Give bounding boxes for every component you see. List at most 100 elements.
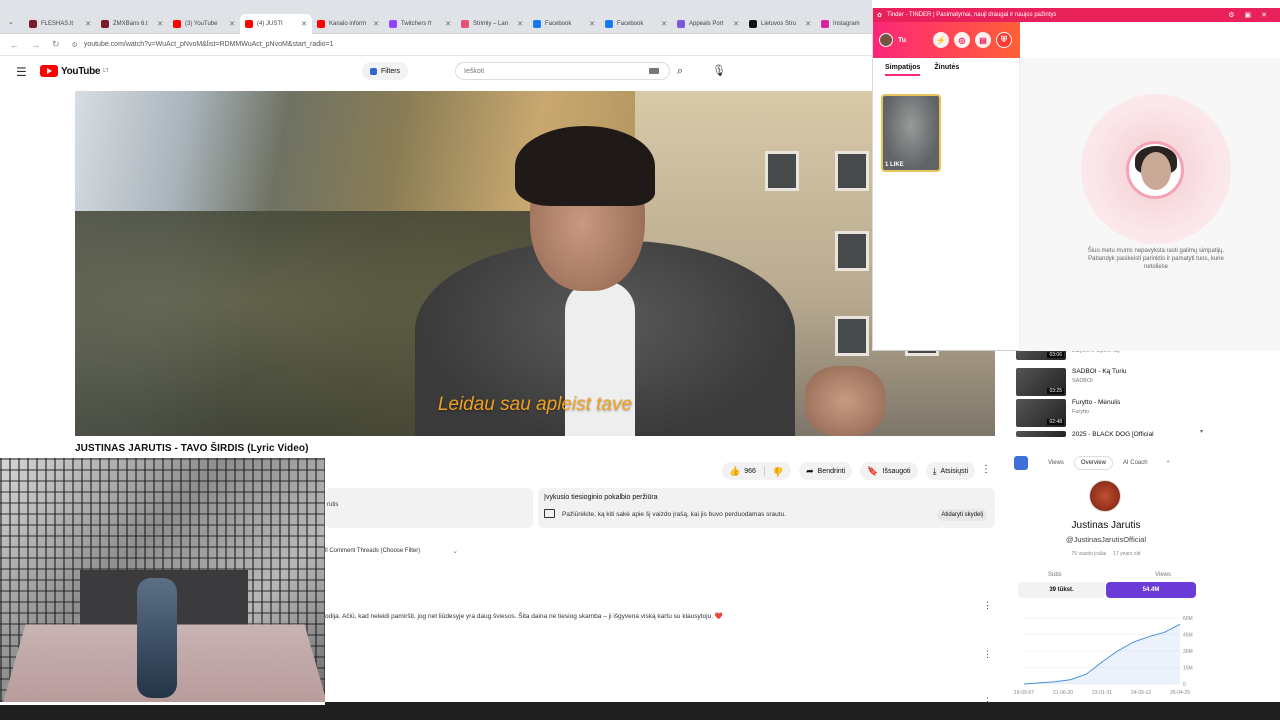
tab-matches[interactable]: Simpatijos [885, 64, 921, 76]
likes-card[interactable]: 1 LIKE [881, 94, 941, 172]
forward-icon[interactable]: → [31, 40, 40, 50]
share-label: Bendrinti [817, 467, 846, 475]
youtube-play-icon [40, 65, 58, 77]
open-panel-button[interactable]: Atidaryti skydelį [937, 509, 987, 521]
browser-tab[interactable]: Appeals Port ✕ [672, 15, 744, 33]
related-video[interactable]: 2025 - BLACK DOG [Official [1016, 431, 1154, 441]
comment-menu-icon[interactable]: ⋮ [983, 600, 992, 611]
shield-icon[interactable]: ⛨ [996, 32, 1012, 48]
tab-label: FLESHAS.lt [41, 21, 74, 27]
radar-avatar [1126, 141, 1184, 199]
address-bar[interactable]: ← → ↻ ⚙ youtube.com/watch?v=WuAct_pNvoM&… [0, 34, 872, 56]
description-fragment: rutis [327, 502, 339, 508]
tab-label: Lietuvos Stru [761, 21, 797, 27]
tab-label: ZMXBans 6.t [113, 21, 148, 27]
keyboard-icon[interactable] [649, 68, 659, 74]
browser-tab[interactable]: Kanalo inform ✕ [312, 15, 384, 33]
like-count[interactable]: 966 [744, 468, 756, 475]
comment-menu-icon[interactable]: ⋮ [983, 649, 992, 660]
related-title[interactable]: Furytto - Mėnulis [1072, 399, 1120, 406]
browser-tab[interactable]: (4) JUSTI ✕ [240, 14, 312, 34]
back-icon[interactable]: ← [10, 40, 19, 50]
share-button[interactable]: ➦ Bendrinti [799, 462, 853, 480]
profile-label[interactable]: Tu [898, 37, 906, 44]
video-player[interactable]: Leidau sau apleist tave [75, 91, 995, 436]
filters-label: Filters [381, 67, 401, 75]
settings-icon[interactable]: ⚙ [1228, 11, 1234, 19]
menu-icon[interactable]: ☰ [16, 65, 27, 79]
filters-button[interactable]: Filters [362, 62, 409, 80]
youtube-logo[interactable]: YouTube LT [40, 65, 109, 77]
tab-close-icon[interactable]: ✕ [805, 20, 811, 28]
more-actions-icon[interactable]: ⋮ [981, 464, 991, 475]
related-title[interactable]: SADBOI - Ką Turiu [1072, 368, 1127, 375]
views-value-button[interactable]: 54.4M [1106, 582, 1196, 598]
browser-tab[interactable]: FLESHAS.lt ✕ [24, 15, 96, 33]
search-icon[interactable]: ⌕ [677, 65, 683, 78]
tab-close-icon[interactable]: ✕ [301, 20, 307, 28]
tab-label: Facebook [617, 21, 644, 27]
tab-close-icon[interactable]: ✕ [517, 20, 523, 28]
like-icon[interactable]: 👍 [729, 466, 740, 477]
live-chat-title: Įvykusio tiesioginio pokalbio peržiūra [544, 494, 658, 501]
profile-avatar[interactable] [879, 33, 893, 47]
related-video[interactable]: 03:25 SADBOI - Ką Turiu SADBOI [1016, 368, 1127, 396]
save-label: Išsaugoti [882, 467, 911, 475]
scroll-down-icon[interactable]: ▾ [1200, 428, 1203, 435]
subs-value-button[interactable]: 39 tūkst. [1018, 582, 1105, 598]
browser-tab[interactable]: Facebook ✕ [600, 15, 672, 33]
related-video[interactable]: 02:48 Furytto - Mėnulis Furytto [1016, 399, 1120, 427]
collapse-icon[interactable]: ⌃ [1166, 460, 1171, 467]
related-thumbnail[interactable] [1016, 431, 1066, 437]
dislike-icon[interactable]: 👍 [773, 466, 784, 477]
description-box[interactable]: rutis [325, 488, 533, 528]
x-tick-label: 23-01-31 [1092, 690, 1112, 696]
y-tick-label: 15M [1183, 666, 1193, 672]
tab-label: Appeals Port [689, 21, 724, 27]
video-duration: 03:06 [1047, 352, 1064, 358]
comment-filter-dropdown[interactable]: ll Comment Threads (Choose Filter) ⌄ [325, 543, 458, 559]
tab-overview[interactable]: Overview [1073, 456, 1113, 470]
live-chat-replay-card: Įvykusio tiesioginio pokalbio peržiūra P… [538, 488, 995, 528]
tab-ai-coach[interactable]: AI Coach [1123, 460, 1148, 466]
video-actions: 👍 966 👍 ➦ Bendrinti 🔖 Išsaugoti ⤓ Atsisi… [722, 462, 976, 480]
url-text[interactable]: youtube.com/watch?v=WuAct_pNvoM&list=RDM… [84, 41, 334, 48]
save-button[interactable]: 🔖 Išsaugoti [860, 462, 918, 480]
empty-state-text: Šiuo metu mums nepavyksta rasti galimų s… [1087, 248, 1225, 270]
tab-messages[interactable]: Žinutės [934, 64, 959, 76]
tab-close-icon[interactable]: ✕ [589, 20, 595, 28]
tab-views[interactable]: Views [1048, 460, 1064, 466]
browser-tab[interactable]: Twitchers fr ✕ [384, 15, 456, 33]
browser-tab[interactable]: Strimly – Lan ✕ [456, 15, 528, 33]
explore-icon[interactable]: ◎ [954, 32, 970, 48]
extension-icon[interactable]: ▣ [1245, 11, 1252, 19]
video-count: 75 vaizdo įrašai [1071, 551, 1107, 557]
boost-icon[interactable]: ⚡ [933, 32, 949, 48]
close-icon[interactable]: ✕ [1261, 11, 1267, 19]
briefcase-icon[interactable]: ▤ [975, 32, 991, 48]
browser-tab[interactable]: ZMXBans 6.t ✕ [96, 15, 168, 33]
tab-close-icon[interactable]: ✕ [229, 20, 235, 28]
search-input[interactable]: Ieškoti [455, 62, 670, 80]
tab-label: Twitchers fr [401, 21, 432, 27]
related-channel: SADBOI [1072, 378, 1093, 384]
reload-icon[interactable]: ↻ [52, 39, 60, 50]
related-title[interactable]: 2025 - BLACK DOG [Official [1072, 431, 1154, 438]
tab-search-icon[interactable]: ⌄ [8, 18, 14, 26]
related-thumbnail[interactable]: 02:48 [1016, 399, 1066, 427]
site-info-icon[interactable]: ⚙ [72, 41, 78, 49]
tab-close-icon[interactable]: ✕ [85, 20, 91, 28]
tab-close-icon[interactable]: ✕ [445, 20, 451, 28]
microphone-icon[interactable]: 🎙 [712, 64, 726, 77]
browser-tab[interactable]: Facebook ✕ [528, 15, 600, 33]
tab-close-icon[interactable]: ✕ [157, 20, 163, 28]
related-thumbnail[interactable]: 03:25 [1016, 368, 1066, 396]
tab-close-icon[interactable]: ✕ [373, 20, 379, 28]
download-button[interactable]: ⤓ Atsisiųsti [925, 462, 976, 480]
tab-label: Instagram [833, 21, 860, 27]
tab-close-icon[interactable]: ✕ [661, 20, 667, 28]
tab-close-icon[interactable]: ✕ [733, 20, 739, 28]
browser-tab[interactable]: Lietuvos Stru ✕ [744, 15, 816, 33]
browser-tab[interactable]: (3) YouTube ✕ [168, 15, 240, 33]
subs-label: Subs [1048, 572, 1062, 578]
